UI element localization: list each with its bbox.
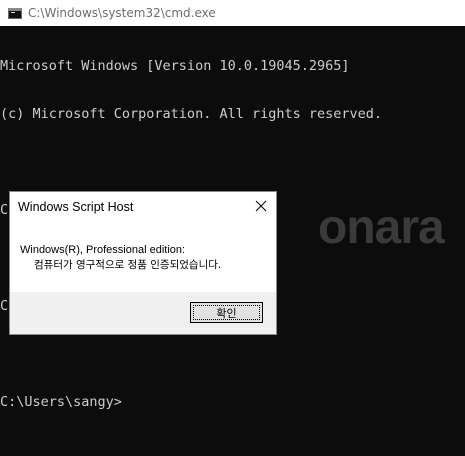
ok-button-label: 확인 [216,306,237,320]
dialog-message-line2: 컴퓨터가 영구적으로 정품 인증되었습니다. [34,259,222,271]
console-line: (c) Microsoft Corporation. All rights re… [0,106,383,122]
ok-button[interactable]: 확인 [190,302,263,323]
cmd-icon [8,7,22,19]
close-icon [255,200,267,212]
close-button[interactable] [246,192,276,220]
script-host-dialog: Windows Script Host Windows(R), Professi… [9,191,277,335]
cmd-window: C:\Windows\system32\cmd.exe Microsoft Wi… [0,0,465,456]
watermark-text: onara [318,201,445,254]
dialog-message-line1: Windows(R), Professional edition: [20,244,186,256]
window-title: C:\Windows\system32\cmd.exe [28,6,216,20]
console-line: C:\Users\sangy> [0,394,122,410]
dialog-title: Windows Script Host [18,200,134,214]
title-bar[interactable]: C:\Windows\system32\cmd.exe [0,0,465,26]
console-line: Microsoft Windows [Version 10.0.19045.29… [0,58,350,74]
dialog-footer: 확인 [10,292,276,334]
dialog-body: Windows(R), Professional edition: 컴퓨터가 영… [10,230,276,284]
